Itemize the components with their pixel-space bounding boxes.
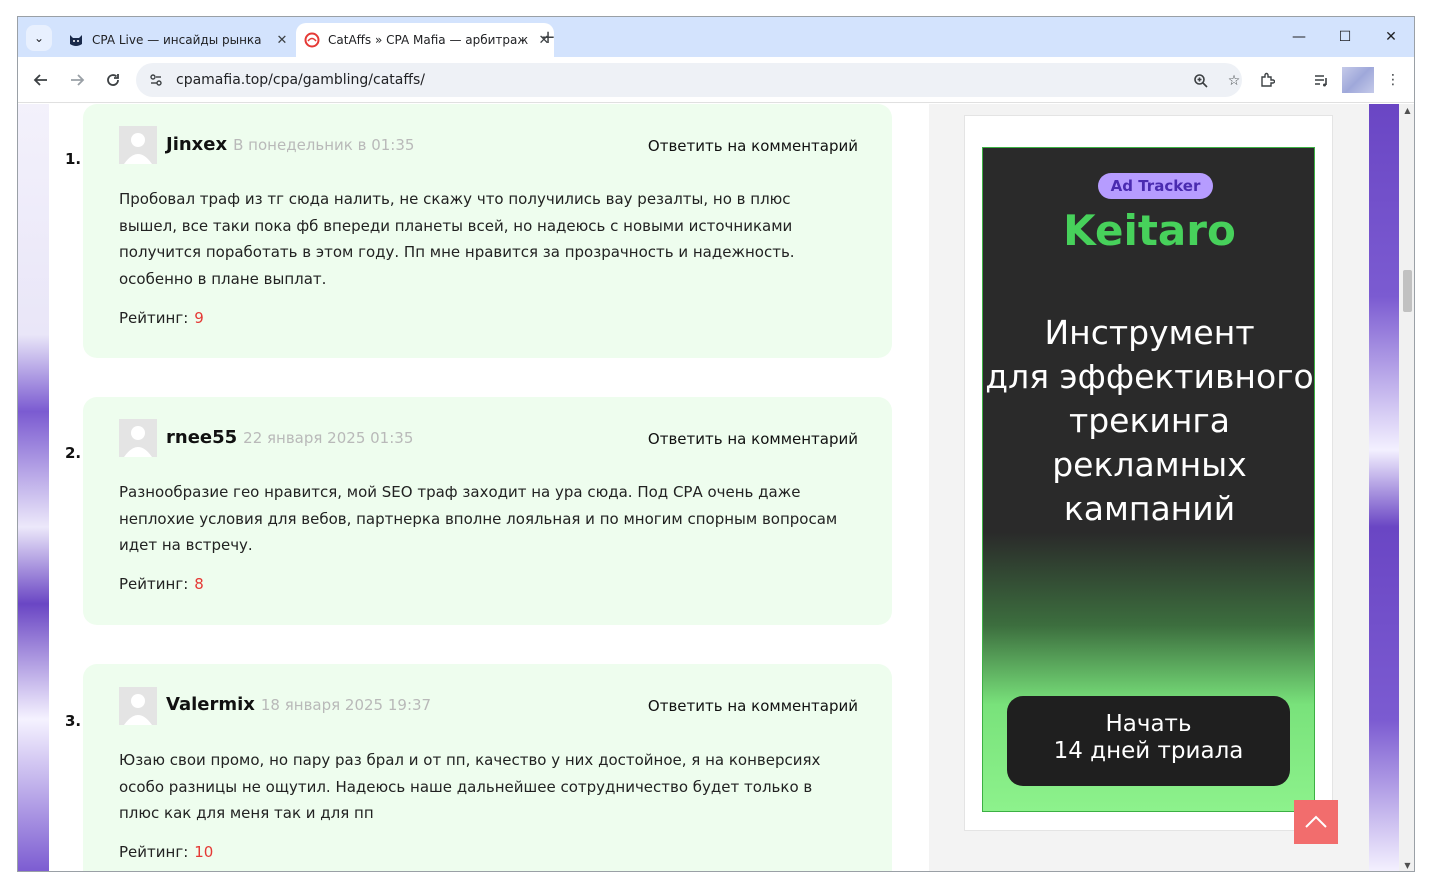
forward-button[interactable] (64, 67, 90, 93)
rating-value: 9 (194, 309, 204, 327)
url-text: cpamafia.top/cpa/gambling/cataffs/ (176, 72, 426, 88)
reload-button[interactable] (100, 67, 126, 93)
extensions-icon[interactable] (1255, 68, 1279, 92)
rating-value: 10 (194, 843, 214, 861)
comment-rating: Рейтинг: 10 (119, 843, 213, 861)
ad-brand-logo: Keitaro (1063, 206, 1236, 255)
ad-container: Ad Tracker Keitaro Инструмент для эффект… (964, 115, 1333, 831)
scroll-to-top-button[interactable] (1294, 800, 1338, 844)
author-name[interactable]: Jinxex (166, 134, 227, 155)
ad-headline-line: рекламных (1052, 445, 1247, 484)
comment-author: Valermix 18 января 2025 19:37 (166, 694, 431, 715)
comment-number: 1. (65, 150, 82, 168)
reply-link[interactable]: Ответить на комментарий (648, 430, 858, 448)
reply-link[interactable]: Ответить на комментарий (648, 137, 858, 155)
back-button[interactable] (28, 67, 54, 93)
page-viewport: 1. Jinxex В понедельник в 01:35 Ответить … (18, 104, 1414, 871)
chevron-up-icon (1305, 815, 1327, 828)
avatar (119, 687, 157, 725)
scroll-thumb[interactable] (1403, 270, 1412, 312)
ad-headline-line: кампаний (1063, 489, 1236, 528)
comment-author: rnee55 22 января 2025 01:35 (166, 427, 413, 448)
comment-text: Пробовал траф из тг сюда налить, не скаж… (119, 190, 795, 288)
tab-search-button[interactable]: ⌄ (26, 25, 52, 51)
rating-label: Рейтинг: (119, 309, 189, 327)
comment-date: 18 января 2025 19:37 (260, 696, 432, 714)
media-control-icon[interactable] (1309, 68, 1333, 92)
background-decoration-right (1369, 104, 1399, 871)
comment-author: Jinxex В понедельник в 01:35 (166, 134, 414, 155)
comment-number: 2. (65, 444, 82, 462)
ad-headline-line: трекинга (1069, 401, 1230, 440)
more-menu-icon[interactable]: ⋮ (1381, 68, 1405, 92)
tab-cataffs[interactable]: CatAffs » CPA Mafia — арбитраж ✕ (296, 23, 554, 57)
comment-rating: Рейтинг: 8 (119, 575, 204, 593)
close-window-button[interactable]: ✕ (1368, 23, 1414, 51)
catAffs-icon (304, 32, 320, 48)
author-name[interactable]: Valermix (166, 694, 255, 715)
rating-value: 8 (194, 575, 204, 593)
maximize-button[interactable]: ☐ (1322, 23, 1368, 51)
tab-cpa-live[interactable]: CPA Live — инсайды рынка ✕ (60, 23, 292, 57)
tab-strip: ⌄ CPA Live — инсайды рынка ✕ CatAffs » C… (18, 17, 1414, 57)
comment-date: 22 января 2025 01:35 (243, 429, 414, 447)
comment-text: Разнообразие гео нравится, мой SEO траф … (119, 483, 838, 554)
reply-link[interactable]: Ответить на комментарий (648, 697, 858, 715)
comment-card: rnee55 22 января 2025 01:35 Ответить на к… (83, 397, 892, 625)
ad-cta-line: Начать (1105, 711, 1192, 737)
keitaro-ad-banner[interactable]: Ad Tracker Keitaro Инструмент для эффект… (982, 147, 1315, 812)
ad-cta-button[interactable]: Начать 14 дней триала (1007, 696, 1290, 786)
zoom-icon[interactable] (1190, 70, 1212, 92)
comment-card: Jinxex В понедельник в 01:35 Ответить на … (83, 104, 892, 358)
browser-toolbar: cpamafia.top/cpa/gambling/cataffs/ ☆ ⋮ (18, 57, 1414, 103)
ad-headline: Инструмент для эффективного трекинга рек… (983, 311, 1314, 531)
comment-number: 3. (65, 712, 82, 730)
ad-headline-line: для эффективного (985, 357, 1314, 396)
bookmark-star-icon[interactable]: ☆ (1223, 70, 1245, 92)
comment-card: Valermix 18 января 2025 19:37 Ответить на… (83, 664, 892, 871)
browser-window: ⌄ CPA Live — инсайды рынка ✕ CatAffs » C… (17, 16, 1415, 872)
ad-cta-line: 14 дней триала (1053, 738, 1244, 764)
rating-label: Рейтинг: (119, 575, 189, 593)
address-bar[interactable]: cpamafia.top/cpa/gambling/cataffs/ ☆ (136, 63, 1242, 97)
ad-headline-line: Инструмент (1044, 313, 1255, 352)
comment-date: В понедельник в 01:35 (233, 136, 415, 154)
minimize-button[interactable]: — (1276, 23, 1322, 51)
new-tab-button[interactable]: + (536, 26, 560, 50)
page-scrollbar[interactable]: ▲ ▼ (1399, 104, 1414, 871)
tab-title: CPA Live — инсайды рынка (92, 33, 262, 47)
tab-title: CatAffs » CPA Mafia — арбитраж (328, 33, 529, 47)
comment-rating: Рейтинг: 9 (119, 309, 204, 327)
site-settings-icon[interactable] (146, 70, 166, 90)
author-name[interactable]: rnee55 (166, 427, 237, 448)
scroll-up-arrow-icon[interactable]: ▲ (1399, 104, 1414, 118)
chevron-down-icon: ⌄ (33, 31, 45, 45)
background-decoration-left (18, 104, 49, 871)
avatar (119, 126, 157, 164)
comment-text: Юзаю свои промо, но пару раз брал и от п… (119, 751, 821, 822)
scroll-down-arrow-icon[interactable]: ▼ (1399, 859, 1414, 871)
profile-avatar[interactable] (1342, 67, 1374, 93)
cat-icon (68, 32, 84, 48)
close-tab-icon[interactable]: ✕ (272, 33, 292, 48)
rating-label: Рейтинг: (119, 843, 189, 861)
ad-badge: Ad Tracker (1098, 173, 1213, 199)
avatar (119, 419, 157, 457)
